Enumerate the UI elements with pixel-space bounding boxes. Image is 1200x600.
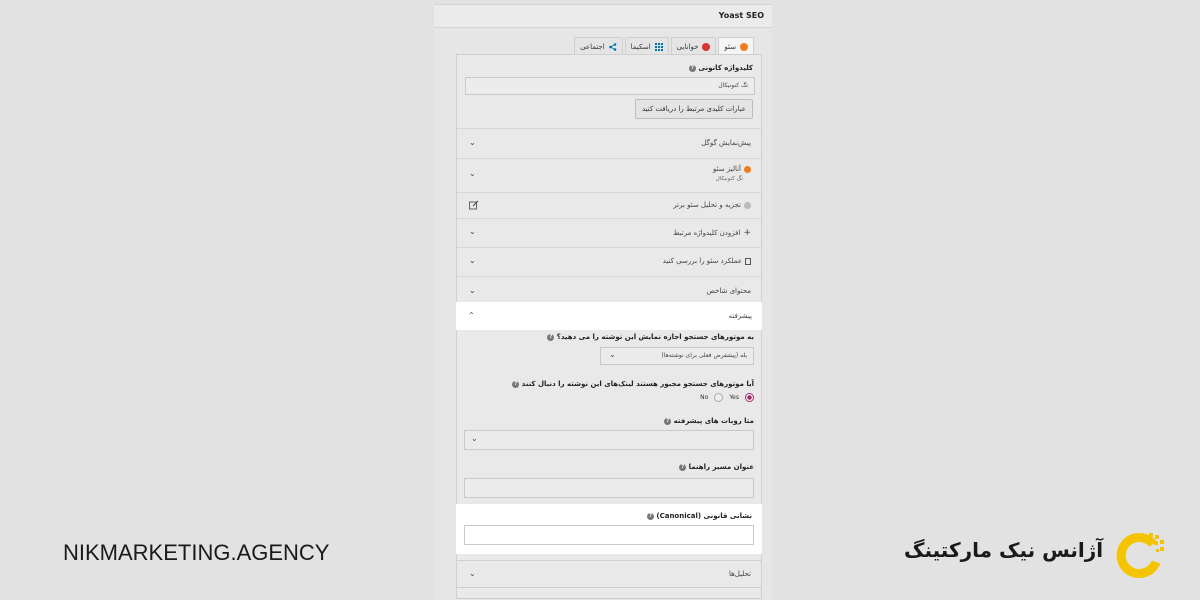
breadcrumb-title-input[interactable] [464, 478, 754, 498]
premium-analysis-label: تجزیه و تحلیل سئو برتر [673, 201, 751, 209]
tab-readability[interactable]: خوانایی [670, 37, 717, 55]
google-preview-row[interactable]: پیش‌نمایش گوگل ⌄ [457, 128, 761, 158]
google-preview-label: پیش‌نمایش گوگل [701, 139, 751, 147]
grid-icon [654, 42, 663, 51]
seo-dot-icon [740, 43, 748, 51]
seo-analysis-row[interactable]: آنالیز سئو تگ کنونیکال ⌄ [457, 158, 761, 192]
insights-label: تحلیل‌ها [728, 570, 751, 578]
breadcrumb-title-label: عنوان مسیر راهنما ? [677, 463, 754, 471]
advanced-label: پیشرفته [728, 312, 752, 320]
help-icon[interactable]: ? [547, 333, 555, 341]
chevron-down-icon: ⌄ [469, 286, 476, 295]
edit-icon [469, 200, 479, 210]
focus-keyword-label-text: کلیدواژه کانونی [698, 64, 753, 72]
help-icon[interactable]: ? [512, 380, 520, 388]
chevron-down-icon: ⌄ [469, 169, 476, 178]
advanced-section-header[interactable]: پیشرفته ⌃ [456, 302, 762, 330]
chevron-down-icon: ⌄ [469, 569, 476, 578]
canonical-label-text: نشانی قانونی (Canonical) [656, 512, 752, 520]
allow-search-select[interactable]: بله (پیشفرض فعلی برای نوشته‌ها) ⌄ [600, 347, 754, 365]
chevron-up-icon: ⌃ [468, 311, 475, 320]
tab-bar: اجتماعی اسکیما خوانایی سئو [572, 37, 754, 56]
check-performance-label: عملکرد سئو را بررسی کنید [663, 257, 751, 265]
follow-links-label: آیا موتورهای جستجو مجبور هستند لینک‌های … [510, 380, 754, 388]
meta-robots-label-text: متا روبات های پیشرفته [673, 417, 754, 425]
seo-analysis-keyword: تگ کنونیکال [715, 176, 743, 182]
canonical-label: نشانی قانونی (Canonical) ? [645, 512, 752, 520]
seo-analysis-label-text: آنالیز سئو [713, 165, 741, 173]
add-keyword-label-text: افزودن کلیدواژه مرتبط [673, 229, 741, 237]
yes-option-label: Yes [729, 394, 739, 401]
seo-analysis-dot-icon [744, 165, 751, 173]
readability-dot-icon [702, 42, 711, 51]
chevron-down-icon: ⌄ [469, 138, 476, 147]
focus-keyword-input[interactable]: تگ کنونیکال [465, 77, 755, 95]
share-icon [608, 42, 616, 51]
help-icon[interactable]: ? [679, 463, 687, 471]
no-radio[interactable] [714, 393, 724, 402]
insights-row[interactable]: تحلیل‌ها ⌄ [456, 560, 762, 588]
help-icon[interactable]: ? [646, 512, 654, 520]
allow-search-label: به موتورهای جستجو اجازه نمایش این نوشته … [545, 333, 754, 341]
meta-robots-select[interactable]: ⌄ [464, 430, 754, 450]
canonical-section: نشانی قانونی (Canonical) ? [456, 504, 762, 554]
add-keyword-row[interactable]: +افزودن کلیدواژه مرتبط ⌄ [457, 218, 761, 247]
cornerstone-label: محتوای شاخص [706, 287, 751, 295]
no-option-label: No [700, 394, 709, 401]
allow-search-value: بله (پیشفرض فعلی برای نوشته‌ها) [661, 352, 747, 359]
chevron-down-icon: ⌄ [469, 227, 476, 236]
tab-social-label: اجتماعی [580, 42, 605, 51]
follow-links-label-text: آیا موتورهای جستجو مجبور هستند لینک‌های … [521, 380, 754, 388]
document-icon [745, 257, 751, 265]
check-performance-label-text: عملکرد سئو را بررسی کنید [662, 257, 742, 265]
yoast-seo-panel: Yoast SEO اجتماعی اسکیما خوانایی سئو کلی… [434, 4, 772, 600]
agency-name: آژانس نیک مارکتینگ [904, 538, 1104, 562]
help-icon[interactable]: ? [664, 417, 672, 425]
allow-search-label-text: به موتورهای جستجو اجازه نمایش این نوشته … [556, 333, 754, 341]
premium-analysis-row[interactable]: تجزیه و تحلیل سئو برتر [457, 192, 761, 218]
focus-keyword-label: کلیدواژه کانونی ? [687, 64, 753, 72]
nikmarketing-logo [1116, 533, 1164, 578]
tab-schema[interactable]: اسکیما [624, 37, 669, 55]
check-performance-row[interactable]: عملکرد سئو را بررسی کنید ⌄ [457, 247, 761, 276]
add-keyword-label: +افزودن کلیدواژه مرتبط [673, 228, 751, 238]
panel-header: Yoast SEO [434, 4, 772, 28]
seo-analysis-label: آنالیز سئو [713, 165, 751, 173]
tab-seo-label: سئو [724, 43, 736, 51]
chevron-down-icon: ⌄ [609, 350, 616, 359]
gray-dot-icon [744, 201, 751, 209]
help-icon[interactable]: ? [688, 64, 696, 72]
panel-title: Yoast SEO [718, 11, 764, 20]
get-related-keyphrases-button[interactable]: عبارات کلیدی مرتبط را دریافت کنید [634, 99, 753, 119]
tab-readability-label: خوانایی [676, 42, 699, 51]
canonical-url-input[interactable] [464, 525, 754, 545]
plus-icon: + [743, 228, 751, 238]
tab-social[interactable]: اجتماعی [574, 37, 623, 55]
breadcrumb-title-label-text: عنوان مسیر راهنما [688, 463, 754, 471]
chevron-down-icon: ⌄ [469, 256, 476, 265]
follow-links-radio-group: No Yes [700, 393, 754, 402]
premium-analysis-label-text: تجزیه و تحلیل سئو برتر [673, 201, 741, 209]
meta-robots-label: متا روبات های پیشرفته ? [662, 417, 754, 425]
agency-domain: NIKMARKETING.AGENCY [63, 540, 330, 565]
tab-schema-label: اسکیما [630, 42, 651, 51]
yes-radio[interactable] [745, 393, 754, 402]
chevron-down-icon: ⌄ [471, 434, 478, 443]
